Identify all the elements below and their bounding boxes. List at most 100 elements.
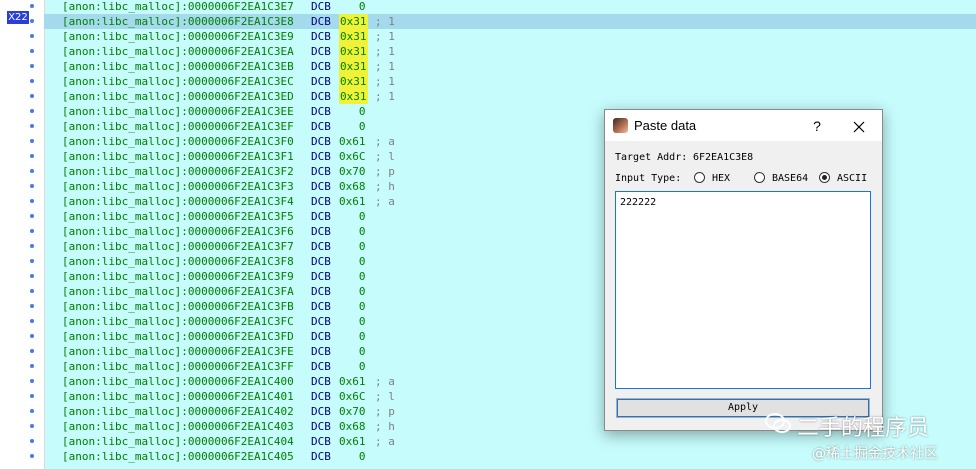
row-mnemonic: DCB <box>311 375 331 388</box>
row-address[interactable]: [anon:libc_malloc]:0000006F2EA1C3F8 <box>62 254 294 269</box>
breakpoint-dot[interactable] <box>30 334 34 338</box>
breakpoint-dot[interactable] <box>30 409 34 413</box>
row-address[interactable]: [anon:libc_malloc]:0000006F2EA1C3FA <box>62 284 294 299</box>
row-address[interactable]: [anon:libc_malloc]:0000006F2EA1C3EE <box>62 104 294 119</box>
listing-row[interactable]: [anon:libc_malloc]:0000006F2EA1C3E9 DCB 0x… <box>44 29 976 44</box>
row-address[interactable]: [anon:libc_malloc]:0000006F2EA1C402 <box>62 404 294 419</box>
row-address[interactable]: [anon:libc_malloc]:0000006F2EA1C404 <box>62 434 294 449</box>
row-address[interactable]: [anon:libc_malloc]:0000006F2EA1C403 <box>62 419 294 434</box>
breakpoint-dot[interactable] <box>30 274 34 278</box>
row-address[interactable]: [anon:libc_malloc]:0000006F2EA1C3F7 <box>62 239 294 254</box>
breakpoint-dot[interactable] <box>30 94 34 98</box>
row-address[interactable]: [anon:libc_malloc]:0000006F2EA1C3F5 <box>62 209 294 224</box>
row-operand: 0x31 <box>339 59 368 74</box>
listing-row[interactable]: [anon:libc_malloc]:0000006F2EA1C3E8 DCB 0x… <box>44 14 976 29</box>
breakpoint-dot[interactable] <box>30 169 34 173</box>
row-address[interactable]: [anon:libc_malloc]:0000006F2EA1C3F3 <box>62 179 294 194</box>
breakpoint-dot[interactable] <box>30 244 34 248</box>
paste-input-field[interactable]: 222222 <box>615 191 871 389</box>
radio-ascii-label[interactable]: ASCII <box>837 173 867 184</box>
dialog-title: Paste data <box>634 118 697 133</box>
row-address[interactable]: [anon:libc_malloc]:0000006F2EA1C3FE <box>62 344 294 359</box>
row-address[interactable]: [anon:libc_malloc]:0000006F2EA1C3E9 <box>62 29 294 44</box>
row-address[interactable]: [anon:libc_malloc]:0000006F2EA1C3EA <box>62 44 294 59</box>
row-address[interactable]: [anon:libc_malloc]:0000006F2EA1C3FB <box>62 299 294 314</box>
breakpoint-dot[interactable] <box>30 79 34 83</box>
radio-base64[interactable] <box>754 172 765 183</box>
row-address[interactable]: [anon:libc_malloc]:0000006F2EA1C3E8 <box>62 14 294 29</box>
row-address[interactable]: [anon:libc_malloc]:0000006F2EA1C3FD <box>62 329 294 344</box>
target-addr-label: Target Addr: <box>615 152 688 163</box>
radio-hex-label[interactable]: HEX <box>712 173 730 184</box>
breakpoint-dot[interactable] <box>30 64 34 68</box>
row-operand: 0 <box>339 120 366 133</box>
row-address[interactable]: [anon:libc_malloc]:0000006F2EA1C3FC <box>62 314 294 329</box>
row-address[interactable]: [anon:libc_malloc]:0000006F2EA1C3FF <box>62 359 294 374</box>
breakpoint-dot[interactable] <box>30 349 34 353</box>
close-button[interactable] <box>847 115 871 137</box>
listing-row[interactable]: [anon:libc_malloc]:0000006F2EA1C3EB DCB 0x… <box>44 59 976 74</box>
breakpoint-dot[interactable] <box>30 364 34 368</box>
row-operand: 0x70 <box>339 405 366 418</box>
row-operand: 0x31 <box>339 89 368 104</box>
breakpoint-dot[interactable] <box>30 199 34 203</box>
row-address[interactable]: [anon:libc_malloc]:0000006F2EA1C401 <box>62 389 294 404</box>
breakpoint-dot[interactable] <box>30 139 34 143</box>
row-operand: 0 <box>339 255 366 268</box>
breakpoint-dot[interactable] <box>30 379 34 383</box>
row-address[interactable]: [anon:libc_malloc]:0000006F2EA1C3E7 <box>62 0 294 14</box>
row-address[interactable]: [anon:libc_malloc]:0000006F2EA1C3F4 <box>62 194 294 209</box>
breakpoint-dot[interactable] <box>30 184 34 188</box>
breakpoint-dot[interactable] <box>30 319 34 323</box>
row-address[interactable]: [anon:libc_malloc]:0000006F2EA1C3F6 <box>62 224 294 239</box>
row-address[interactable]: [anon:libc_malloc]:0000006F2EA1C3EC <box>62 74 294 89</box>
breakpoint-dot[interactable] <box>30 259 34 263</box>
row-address[interactable]: [anon:libc_malloc]:0000006F2EA1C3ED <box>62 89 294 104</box>
row-operand: 0 <box>339 315 366 328</box>
radio-ascii-dot <box>822 175 827 180</box>
breakpoint-dot[interactable] <box>30 394 34 398</box>
help-button[interactable]: ? <box>805 115 829 137</box>
row-address[interactable]: [anon:libc_malloc]:0000006F2EA1C3F1 <box>62 149 294 164</box>
radio-hex[interactable] <box>694 172 705 183</box>
row-mnemonic: DCB <box>311 390 331 403</box>
breakpoint-dot[interactable] <box>30 109 34 113</box>
breakpoint-dot[interactable] <box>30 4 34 8</box>
breakpoint-dot[interactable] <box>30 34 34 38</box>
breakpoint-dot[interactable] <box>30 439 34 443</box>
row-address[interactable]: [anon:libc_malloc]:0000006F2EA1C3EF <box>62 119 294 134</box>
row-address[interactable]: [anon:libc_malloc]:0000006F2EA1C3F0 <box>62 134 294 149</box>
breakpoint-dot[interactable] <box>30 304 34 308</box>
row-address[interactable]: [anon:libc_malloc]:0000006F2EA1C405 <box>62 449 294 464</box>
row-address[interactable]: [anon:libc_malloc]:0000006F2EA1C400 <box>62 374 294 389</box>
row-operand: 0x6C <box>339 390 366 403</box>
listing-row[interactable]: [anon:libc_malloc]:0000006F2EA1C3E7 DCB 0 <box>44 0 976 14</box>
row-address[interactable]: [anon:libc_malloc]:0000006F2EA1C3EB <box>62 59 294 74</box>
breakpoint-dot[interactable] <box>30 154 34 158</box>
close-icon <box>853 121 865 132</box>
row-comment: ; a <box>375 195 395 208</box>
row-address[interactable]: [anon:libc_malloc]:0000006F2EA1C3F2 <box>62 164 294 179</box>
watermark-title: 二手的程序员 <box>797 416 930 441</box>
row-comment: ; a <box>375 435 395 448</box>
row-address[interactable]: [anon:libc_malloc]:0000006F2EA1C3F9 <box>62 269 294 284</box>
breakpoint-dot[interactable] <box>30 19 34 23</box>
breakpoint-dot[interactable] <box>30 49 34 53</box>
listing-row[interactable]: [anon:libc_malloc]:0000006F2EA1C3EA DCB 0x… <box>44 44 976 59</box>
breakpoint-dot[interactable] <box>30 124 34 128</box>
xref-badge[interactable]: X22 <box>7 11 29 24</box>
row-comment: ; a <box>375 135 395 148</box>
breakpoint-dot[interactable] <box>30 454 34 458</box>
row-comment: ; h <box>375 180 395 193</box>
breakpoint-dot[interactable] <box>30 424 34 428</box>
radio-ascii[interactable] <box>819 172 830 183</box>
radio-base64-label[interactable]: BASE64 <box>772 173 808 184</box>
breakpoint-dot[interactable] <box>30 289 34 293</box>
row-comment: ; p <box>375 165 395 178</box>
listing-row[interactable]: [anon:libc_malloc]:0000006F2EA1C3EC DCB 0x… <box>44 74 976 89</box>
breakpoint-dot[interactable] <box>30 214 34 218</box>
row-operand: 0 <box>339 225 366 238</box>
breakpoint-dot[interactable] <box>30 229 34 233</box>
listing-row[interactable]: [anon:libc_malloc]:0000006F2EA1C3ED DCB 0x… <box>44 89 976 104</box>
dialog-titlebar[interactable]: Paste data ? <box>605 110 882 141</box>
